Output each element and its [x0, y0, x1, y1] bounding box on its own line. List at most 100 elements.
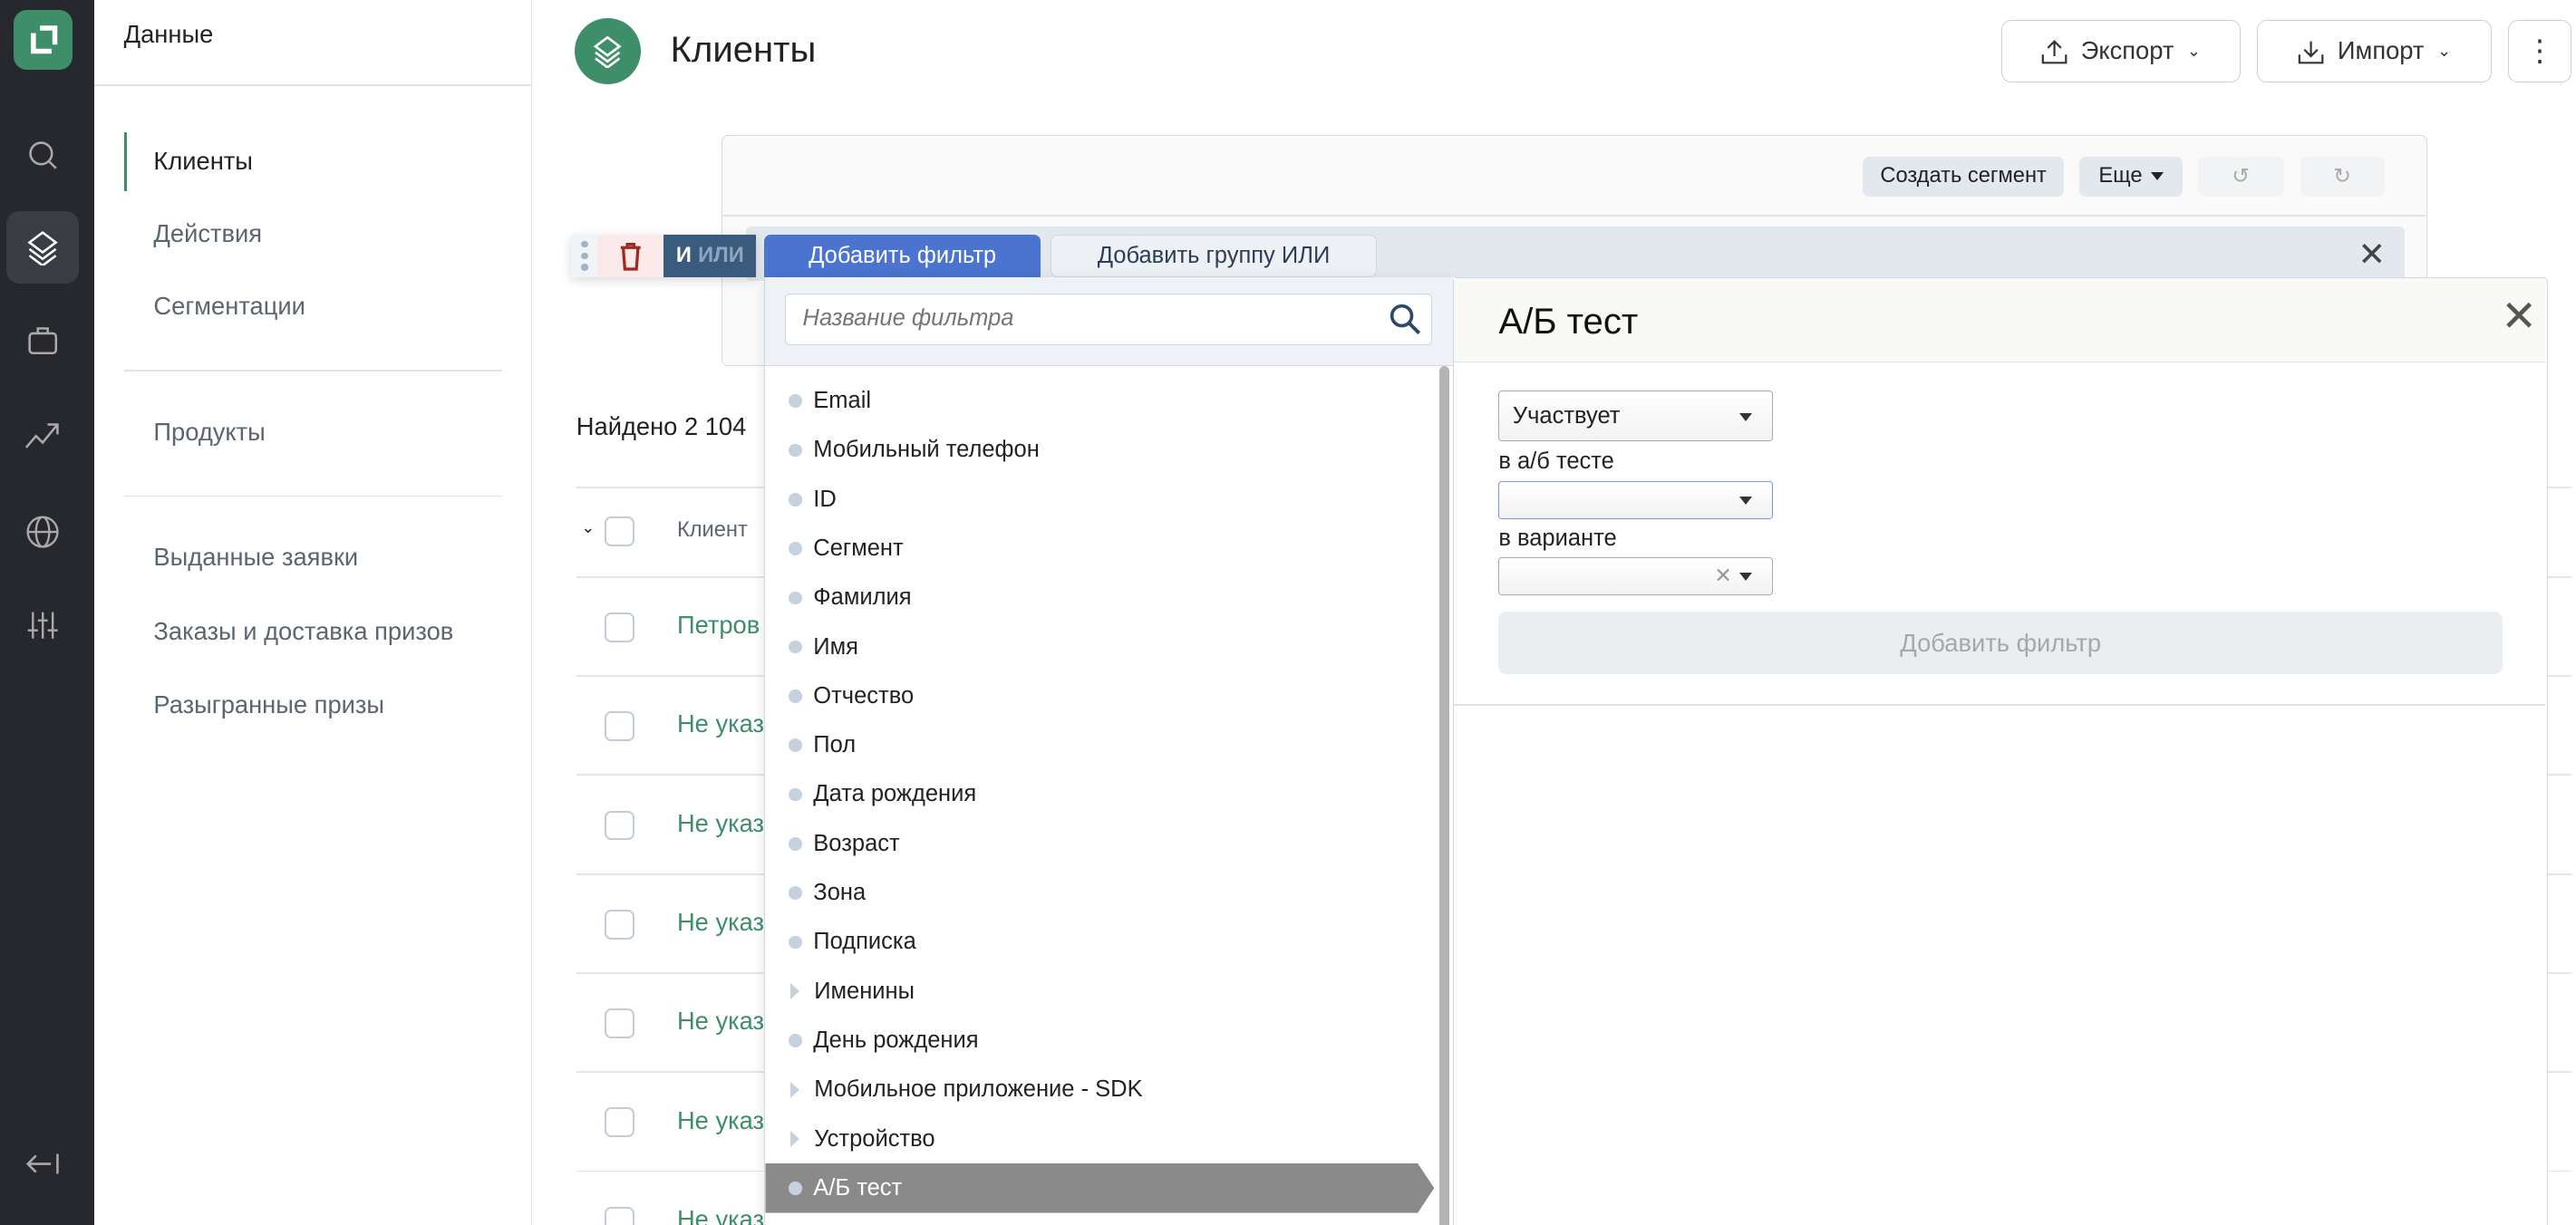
- trend-icon[interactable]: [6, 400, 79, 472]
- filter-item-label: ID: [813, 486, 837, 512]
- sidebar-item-issued-requests[interactable]: Выданные заявки: [153, 543, 358, 572]
- bullet-icon: [788, 640, 802, 654]
- participation-select[interactable]: Участвует: [1498, 390, 1773, 442]
- layers-icon[interactable]: [6, 211, 80, 285]
- client-link[interactable]: Не указ: [677, 709, 764, 738]
- filter-item-label: Дата рождения: [813, 781, 977, 807]
- row-checkbox[interactable]: [604, 909, 634, 940]
- row-checkbox[interactable]: [604, 1206, 634, 1225]
- collapse-icon[interactable]: [6, 1127, 79, 1200]
- sidebar-item-actions[interactable]: Действия: [153, 219, 262, 248]
- scrollbar[interactable]: [1438, 366, 1449, 1225]
- sidebar-item-orders[interactable]: Заказы и доставка призов: [153, 617, 453, 646]
- detail-title: А/Б тест: [1498, 301, 1639, 342]
- logic-or[interactable]: ИЛИ: [698, 244, 744, 268]
- nav-rail: [0, 0, 94, 1225]
- filter-picker: Email Мобильный телефон ID Сегмент Фамилия Им…: [764, 277, 1455, 1225]
- bullet-icon: [788, 738, 802, 752]
- clear-icon[interactable]: ✕: [1714, 563, 1732, 589]
- sidebar-header: Данные: [123, 19, 214, 48]
- filter-item[interactable]: Именины: [765, 967, 1434, 1017]
- filter-item[interactable]: Фамилия: [765, 574, 1434, 623]
- export-button[interactable]: Экспорт ⌄: [2001, 19, 2242, 83]
- undo-button[interactable]: ↺: [2197, 157, 2284, 197]
- row-checkbox[interactable]: [604, 1107, 634, 1138]
- client-link[interactable]: Не указ: [677, 1007, 764, 1036]
- filter-item[interactable]: Пол: [765, 720, 1434, 770]
- trash-icon: [620, 242, 641, 271]
- logic-toggle[interactable]: И ИЛИ: [663, 234, 757, 278]
- filter-item[interactable]: Отчество: [765, 671, 1434, 721]
- client-link[interactable]: Не указ: [677, 908, 764, 937]
- row-checkbox[interactable]: [604, 1008, 634, 1038]
- filter-item-label: Пол: [813, 732, 857, 758]
- sidebar-item-segmentations[interactable]: Сегментации: [153, 292, 305, 321]
- briefcase-icon[interactable]: [6, 304, 79, 376]
- filter-item[interactable]: День рождения: [765, 1016, 1434, 1066]
- filter-item-label: Отчество: [813, 682, 915, 709]
- filter-item[interactable]: Дата рождения: [765, 770, 1434, 820]
- delete-group-button[interactable]: [597, 234, 664, 278]
- filter-item[interactable]: ID: [765, 475, 1434, 525]
- sidebar-item-prizes[interactable]: Разыгранные призы: [153, 690, 384, 719]
- row-checkbox[interactable]: [604, 711, 634, 741]
- ab-test-select[interactable]: [1498, 481, 1773, 520]
- logo-icon[interactable]: [13, 9, 73, 70]
- row-checkbox[interactable]: [604, 810, 634, 841]
- variant-select[interactable]: ✕: [1498, 556, 1773, 595]
- import-button[interactable]: Импорт ⌄: [2257, 19, 2493, 83]
- close-icon[interactable]: ✕: [2501, 292, 2537, 342]
- filter-item[interactable]: Мобильное приложение - SDK: [765, 1065, 1434, 1114]
- filter-item-label: Мобильный телефон: [813, 437, 1040, 463]
- search-icon[interactable]: [6, 119, 79, 191]
- filter-item-label: Мобильное приложение - SDK: [814, 1076, 1143, 1103]
- bullet-icon: [788, 787, 802, 802]
- more-dropdown[interactable]: Еще: [2078, 157, 2184, 197]
- globe-icon[interactable]: [6, 496, 79, 568]
- create-segment-button[interactable]: Создать сегмент: [1862, 157, 2065, 197]
- sidebar-item-clients[interactable]: Клиенты: [153, 147, 253, 176]
- client-link[interactable]: Не указ: [677, 1205, 764, 1225]
- filter-item[interactable]: Зона: [765, 868, 1434, 918]
- add-filter-button[interactable]: Добавить фильтр: [764, 234, 1041, 278]
- logic-and[interactable]: И: [676, 244, 692, 268]
- filter-item[interactable]: Возраст: [765, 819, 1434, 869]
- participation-value: Участвует: [1512, 402, 1621, 429]
- bullet-icon: [788, 492, 802, 506]
- redo-button[interactable]: ↻: [2300, 157, 2385, 197]
- submit-filter-button[interactable]: Добавить фильтр: [1498, 612, 2503, 675]
- filter-item[interactable]: Имя: [765, 622, 1434, 672]
- filter-item[interactable]: Email: [765, 376, 1434, 426]
- caret-down-icon: [2150, 172, 2164, 181]
- client-link[interactable]: Не указ: [677, 1106, 764, 1135]
- client-link[interactable]: Не указ: [677, 809, 764, 838]
- sliders-icon[interactable]: [6, 589, 79, 661]
- search-icon[interactable]: [1389, 303, 1421, 335]
- add-or-group-button[interactable]: Добавить группу ИЛИ: [1050, 234, 1378, 278]
- filter-item[interactable]: Мобильный телефон: [765, 426, 1434, 476]
- filter-detail-panel: А/Б тест ✕ Участвует в а/б тесте в вариа…: [1453, 277, 2549, 1225]
- filter-item[interactable]: А/Б тест: [765, 1162, 1435, 1213]
- row-checkbox[interactable]: [604, 612, 634, 642]
- select-all-checkbox[interactable]: [604, 516, 634, 546]
- sidebar-item-products[interactable]: Продукты: [153, 418, 265, 447]
- filter-item-label: Подписка: [813, 929, 916, 955]
- chevron-down-icon[interactable]: ⌄: [581, 518, 595, 537]
- chevron-down-icon: ⌄: [2186, 41, 2202, 60]
- remove-group-icon[interactable]: ✕: [2358, 235, 2387, 274]
- filter-item[interactable]: Устройство: [765, 1114, 1434, 1164]
- page-title: Клиенты: [670, 29, 817, 70]
- import-label: Импорт: [2337, 36, 2425, 65]
- filter-search-field[interactable]: [785, 294, 1433, 345]
- column-client[interactable]: Клиент: [677, 518, 748, 543]
- bullet-icon: [788, 591, 802, 605]
- chevron-down-icon: ⌄: [2436, 41, 2452, 60]
- drag-handle-icon[interactable]: [571, 235, 597, 277]
- client-link[interactable]: Петров: [677, 611, 760, 640]
- results-count: Найдено 2 104: [576, 412, 747, 441]
- filter-search-input[interactable]: [786, 294, 1364, 343]
- undo-icon: ↺: [2232, 165, 2251, 189]
- more-menu-button[interactable]: ⋮: [2508, 19, 2571, 83]
- filter-item[interactable]: Сегмент: [765, 524, 1434, 574]
- filter-item[interactable]: Подписка: [765, 918, 1434, 968]
